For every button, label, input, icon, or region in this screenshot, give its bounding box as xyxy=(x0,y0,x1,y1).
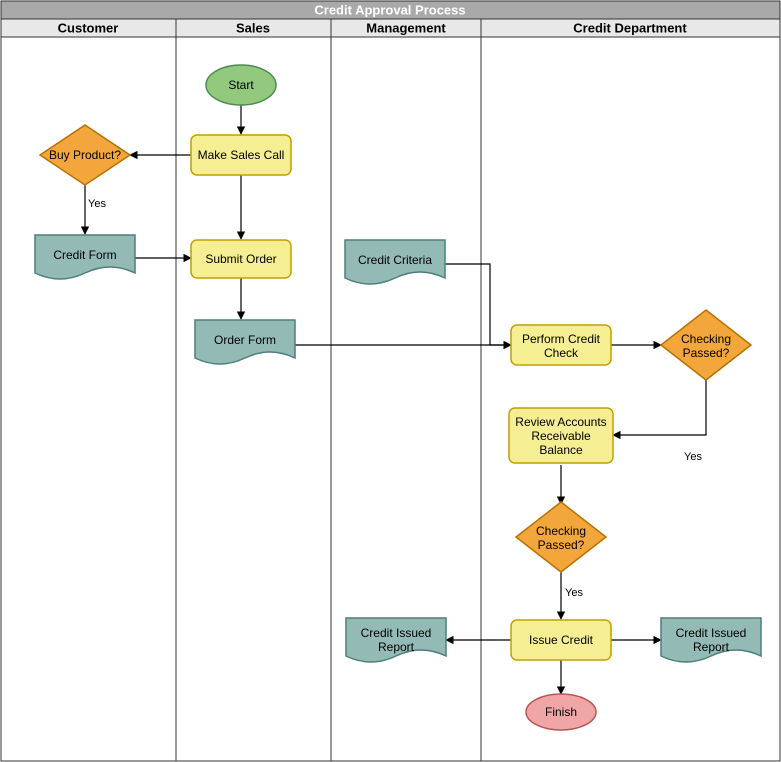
checking-passed-1-label-1: Checking xyxy=(681,332,731,346)
issue-credit-label: Issue Credit xyxy=(529,633,594,647)
credit-issued-report-cd-label-2: Report xyxy=(693,640,730,654)
start-node-label: Start xyxy=(228,78,254,92)
lane-header-management: Management xyxy=(366,20,446,35)
buy-product-label: Buy Product? xyxy=(49,148,121,162)
perform-credit-check-label-2: Check xyxy=(544,346,579,360)
submit-order-label: Submit Order xyxy=(205,252,276,266)
credit-approval-swimlane-diagram: Credit Approval Process Customer Sales M… xyxy=(0,0,781,762)
finish-node-label: Finish xyxy=(545,705,577,719)
order-form-label: Order Form xyxy=(214,333,276,347)
make-sales-call-label: Make Sales Call xyxy=(198,148,285,162)
credit-form-label: Credit Form xyxy=(53,248,116,262)
edge-label-yes-2: Yes xyxy=(684,451,702,463)
credit-issued-report-mgmt-label-1: Credit Issued xyxy=(361,626,432,640)
edge-label-yes-3: Yes xyxy=(565,587,583,599)
edge-label-yes-1: Yes xyxy=(88,198,106,210)
perform-credit-check-label-1: Perform Credit xyxy=(522,332,601,346)
review-ar-label-2: Receivable xyxy=(531,429,591,443)
checking-passed-1-label-2: Passed? xyxy=(683,346,730,360)
checking-passed-2-label-1: Checking xyxy=(536,524,586,538)
review-ar-label-1: Review Accounts xyxy=(515,415,606,429)
lane-header-sales: Sales xyxy=(236,20,270,35)
credit-issued-report-cd-label-1: Credit Issued xyxy=(676,626,747,640)
lane-header-credit-department: Credit Department xyxy=(573,20,687,35)
credit-criteria-label: Credit Criteria xyxy=(358,253,432,267)
checking-passed-2-label-2: Passed? xyxy=(538,538,585,552)
lane-header-customer: Customer xyxy=(58,20,119,35)
review-ar-label-3: Balance xyxy=(539,443,583,457)
diagram-title: Credit Approval Process xyxy=(314,2,465,17)
credit-issued-report-mgmt-label-2: Report xyxy=(378,640,415,654)
